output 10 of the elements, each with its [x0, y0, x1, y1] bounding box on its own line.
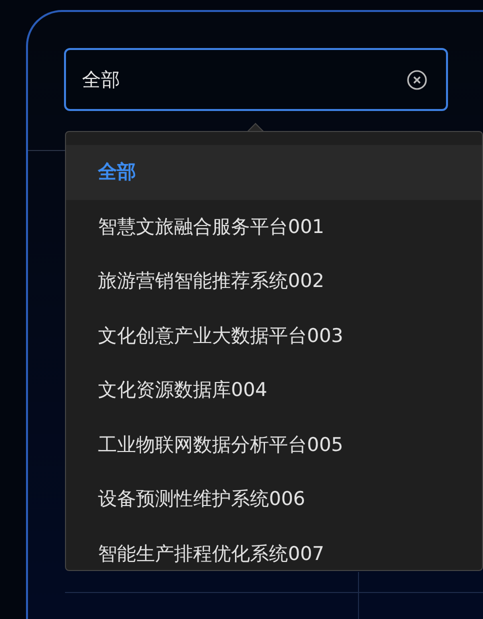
dropdown-option[interactable]: 全部 [66, 145, 482, 200]
dropdown-option[interactable]: 文化创意产业大数据平台003 [66, 308, 482, 363]
dropdown-option[interactable]: 智慧文旅融合服务平台001 [66, 200, 482, 254]
dropdown-option[interactable]: 旅游营销智能推荐系统002 [66, 254, 482, 308]
dropdown-option[interactable]: 工业物联网数据分析平台005 [66, 418, 482, 472]
dropdown-option[interactable]: 文化资源数据库004 [66, 363, 482, 418]
dropdown-option[interactable]: 智能生产排程优化系统007 [66, 526, 482, 570]
dropdown-option[interactable]: 设备预测性维护系统006 [66, 472, 482, 526]
clear-icon[interactable] [406, 68, 428, 90]
select-field[interactable]: 全部 [64, 48, 448, 111]
